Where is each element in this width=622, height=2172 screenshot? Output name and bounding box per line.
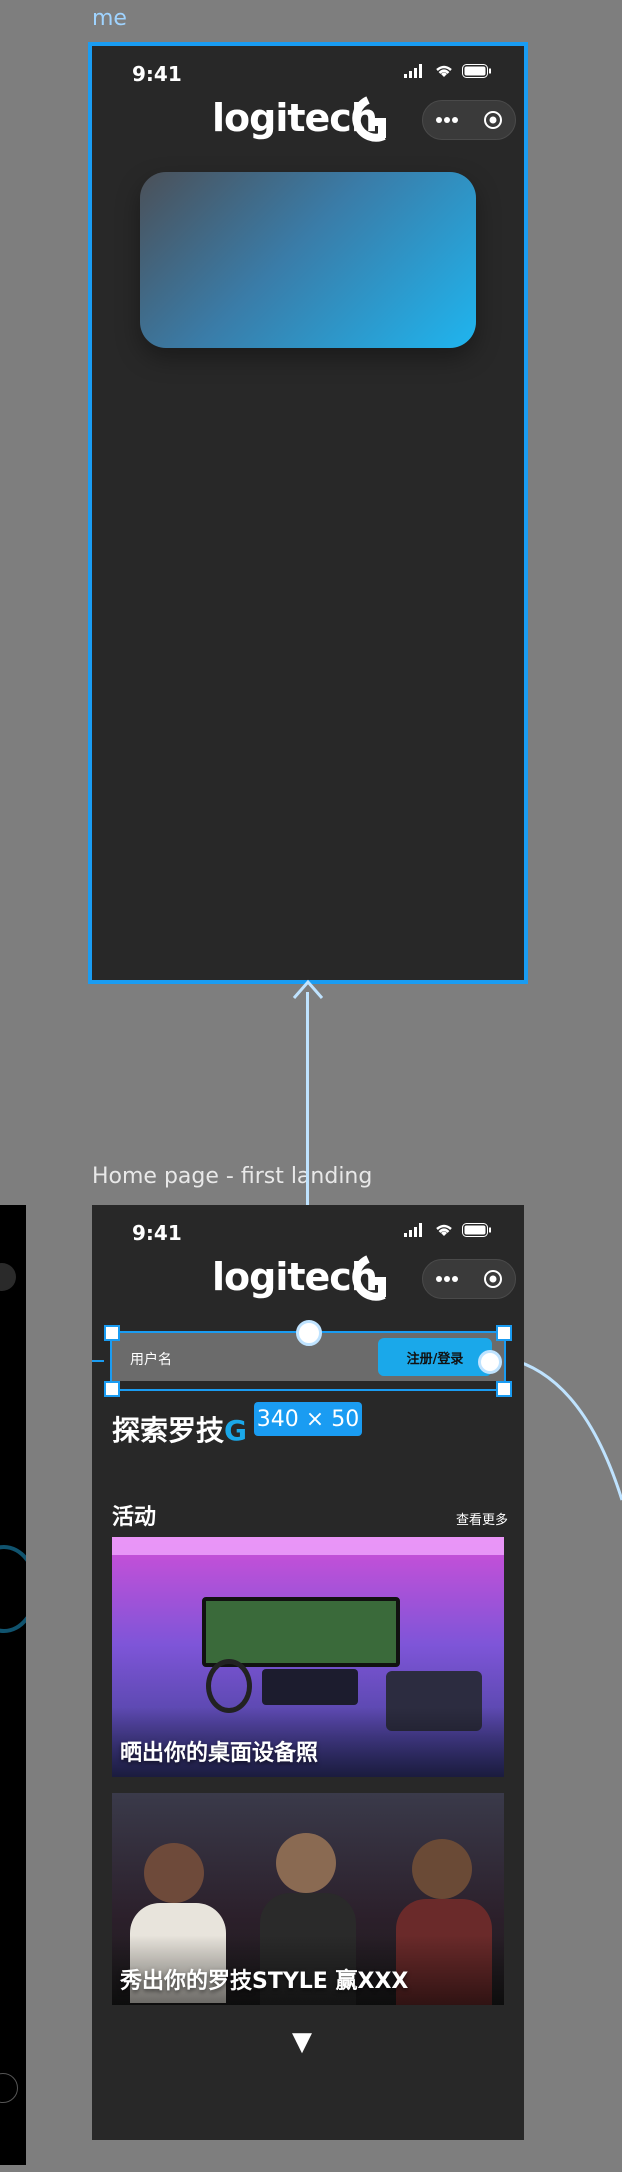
neighbor-button	[0, 2073, 18, 2103]
see-more-link[interactable]: 查看更多	[456, 1509, 508, 1528]
scroll-down-indicator[interactable]: ▼	[292, 2027, 312, 2057]
miniapp-capsule[interactable]	[422, 100, 516, 140]
promo-caption: 晒出你的桌面设备照	[120, 1741, 319, 1766]
person-center	[276, 1833, 336, 1893]
headset-shape	[206, 1659, 252, 1713]
frame-label-home[interactable]: Home page - first landing	[92, 1164, 372, 1189]
resize-handle-bottom-left[interactable]	[104, 1381, 120, 1397]
activities-heading: 活动	[112, 1505, 157, 1530]
wifi-icon	[436, 65, 452, 77]
promo-light-strip	[112, 1537, 504, 1555]
more-icon[interactable]	[435, 116, 459, 124]
battery-icon	[462, 64, 491, 78]
more-icon[interactable]	[435, 1275, 459, 1283]
keyboard-shape	[262, 1669, 358, 1705]
connector-end-node[interactable]	[478, 1350, 502, 1374]
promo-card-style[interactable]: 秀出你的罗技STYLE 赢XXX	[112, 1793, 504, 2005]
selection-guide-line	[92, 1360, 104, 1364]
explore-title: 探索罗技G	[112, 1409, 247, 1449]
resize-handle-top-left[interactable]	[104, 1325, 120, 1341]
close-circle-icon[interactable]	[483, 110, 503, 130]
promo-card-desk[interactable]: 晒出你的桌面设备照	[112, 1537, 504, 1777]
status-time: 9:41	[132, 1221, 182, 1245]
logitech-g-icon	[352, 1255, 386, 1301]
resize-handle-top-right[interactable]	[496, 1325, 512, 1341]
connector-start-node[interactable]	[296, 1320, 322, 1346]
neighbor-capsule	[0, 1263, 16, 1291]
monitor-shape	[202, 1597, 400, 1667]
signal-icon	[404, 1223, 422, 1237]
member-card[interactable]	[140, 172, 476, 348]
wifi-icon	[436, 1224, 452, 1236]
status-icons	[404, 64, 492, 78]
status-icons	[404, 1223, 492, 1237]
person-right	[412, 1839, 472, 1899]
phone-frame-me[interactable]: 9:41 logitech	[88, 42, 528, 984]
explore-title-text: 探索罗技	[112, 1414, 225, 1447]
selection-size-badge: 340 × 50	[254, 1402, 362, 1436]
battery-icon	[462, 1223, 491, 1237]
neighbor-frame	[0, 1205, 26, 2165]
person-left	[144, 1843, 204, 1903]
frame-label-me[interactable]: me	[92, 6, 127, 31]
logitech-g-icon	[352, 96, 386, 142]
status-time: 9:41	[132, 62, 182, 86]
close-circle-icon[interactable]	[483, 1269, 503, 1289]
promo-caption: 秀出你的罗技STYLE 赢XXX	[120, 1969, 409, 1994]
signal-icon	[404, 64, 422, 78]
connector-arrowhead-icon	[292, 979, 324, 999]
neighbor-glow	[0, 1545, 26, 1633]
miniapp-capsule[interactable]	[422, 1259, 516, 1299]
explore-title-accent: G	[224, 1414, 247, 1447]
resize-handle-bottom-right[interactable]	[496, 1381, 512, 1397]
